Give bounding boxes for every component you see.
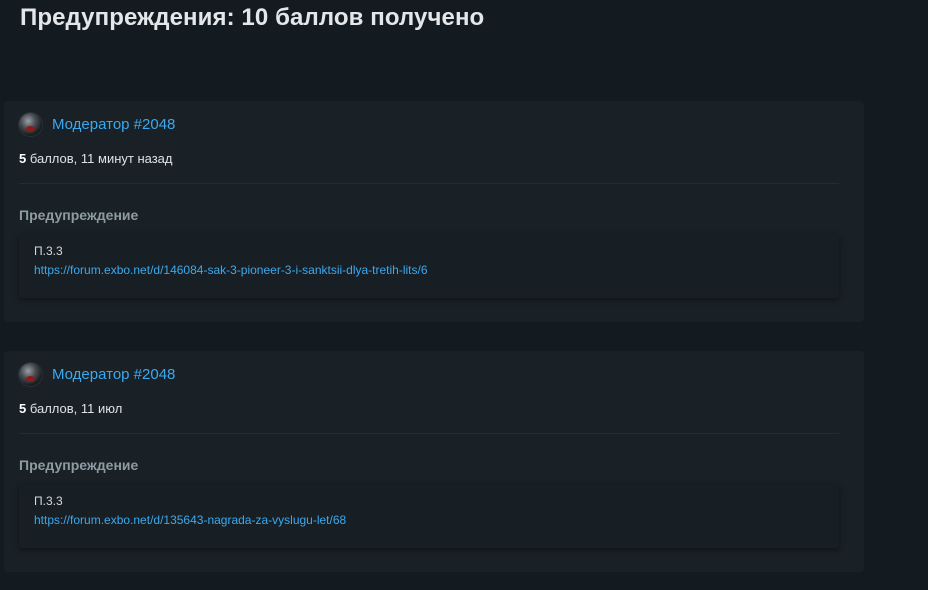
warning-card-header: Модератор #2048 — [19, 363, 175, 386]
avatar[interactable] — [19, 113, 42, 136]
warning-meta-text: баллов, 11 июл — [26, 401, 123, 416]
section-heading: Предупреждение — [19, 457, 139, 473]
avatar[interactable] — [19, 363, 42, 386]
warning-card: Модератор #2048 5 баллов, 11 минут назад… — [4, 101, 864, 322]
reason-link[interactable]: https://forum.exbo.net/d/146084-sak-3-pi… — [34, 263, 428, 277]
divider — [19, 433, 839, 434]
reason-text: П.3.3 — [34, 244, 63, 258]
reason-text: П.3.3 — [34, 494, 63, 508]
reason-link[interactable]: https://forum.exbo.net/d/135643-nagrada-… — [34, 513, 346, 527]
moderator-link[interactable]: Модератор #2048 — [52, 116, 175, 133]
warning-card-header: Модератор #2048 — [19, 113, 175, 136]
section-heading: Предупреждение — [19, 207, 139, 223]
page-title: Предупреждения: 10 баллов получено — [20, 4, 485, 31]
warning-meta-text: баллов, 11 минут назад — [26, 151, 173, 166]
reason-box: П.3.3 https://forum.exbo.net/d/135643-na… — [19, 484, 839, 548]
warning-meta: 5 баллов, 11 июл — [19, 401, 122, 416]
moderator-link[interactable]: Модератор #2048 — [52, 366, 175, 383]
reason-box: П.3.3 https://forum.exbo.net/d/146084-sa… — [19, 234, 839, 298]
warning-meta: 5 баллов, 11 минут назад — [19, 151, 173, 166]
warning-card: Модератор #2048 5 баллов, 11 июл Предупр… — [4, 351, 864, 572]
divider — [19, 183, 839, 184]
